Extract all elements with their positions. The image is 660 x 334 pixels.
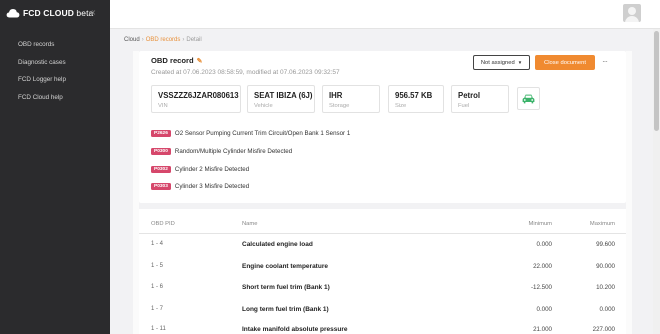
row-name: Engine coolant temperature [242, 263, 328, 270]
breadcrumb: Cloud › OBD records › Detail [124, 37, 202, 43]
more-options-icon[interactable]: ··· [602, 57, 608, 66]
top-bar [110, 0, 660, 29]
dtc-description: O2 Sensor Pumping Current Trim Circuit/O… [174, 130, 351, 137]
dtc-description: Random/Multiple Cylinder Misfire Detecte… [174, 148, 293, 155]
dtc-description: Cylinder 3 Misfire Detected [174, 183, 250, 190]
breadcrumb-obd-records[interactable]: OBD records [146, 37, 181, 43]
vehicle-label: Vehicle [254, 103, 273, 109]
table-divider [139, 233, 626, 234]
breadcrumb-separator: › [182, 37, 185, 43]
assign-dropdown[interactable]: Not assigned ▼ [473, 55, 530, 70]
row-name: Short term fuel trim (Bank 1) [242, 284, 330, 291]
info-size: 956.57 KB Size [388, 85, 444, 113]
brand-logo[interactable]: FCD CLOUD beta [6, 8, 93, 18]
breadcrumb-cloud[interactable]: Cloud [124, 37, 140, 43]
info-fuel: Petrol Fuel [451, 85, 509, 113]
dtc-description: Cylinder 2 Misfire Detected [174, 166, 250, 173]
car-icon [522, 94, 535, 103]
info-storage: IHR Storage [322, 85, 380, 113]
row-pid: 1 - 4 [151, 241, 164, 247]
row-minimum: -12.500 [531, 284, 552, 291]
column-header-minimum[interactable]: Minimum [528, 221, 552, 227]
info-vin: VSSZZZ6JZAR080613 VIN [151, 85, 241, 113]
caret-down-icon: ▼ [517, 60, 523, 65]
row-name: Calculated engine load [242, 241, 313, 248]
dtc-code-badge: P2626 [151, 130, 171, 137]
row-pid: 1 - 6 [151, 284, 164, 290]
row-minimum: 0.000 [536, 306, 552, 313]
dtc-code-badge: P0300 [151, 148, 171, 155]
storage-value: IHR [329, 91, 343, 100]
record-meta: Created at 07.06.2023 08:58:59, modified… [151, 69, 340, 76]
row-pid: 1 - 5 [151, 263, 164, 269]
info-vehicle: SEAT IBIZA (6J) Vehicle [247, 85, 315, 113]
column-header-maximum[interactable]: Maximum [590, 221, 615, 227]
user-avatar[interactable] [623, 4, 641, 22]
row-pid: 1 - 11 [151, 326, 166, 332]
dtc-code-badge: P0303 [151, 183, 171, 190]
row-maximum: 0.000 [599, 306, 615, 313]
sidebar-item-diagnostic-cases[interactable]: Diagnostic cases [0, 54, 110, 72]
dtc-item[interactable]: P0303 Cylinder 3 Misfire Detected [151, 183, 249, 190]
row-maximum: 227.000 [592, 326, 615, 333]
collapse-sidebar-icon[interactable]: « [90, 7, 96, 18]
brand-name: FCD CLOUD [23, 8, 74, 18]
fuel-value: Petrol [458, 91, 481, 100]
edit-icon[interactable]: ✎ [197, 57, 203, 65]
assign-label: Not assigned [480, 59, 515, 66]
scrollbar-thumb[interactable] [654, 31, 659, 131]
breadcrumb-detail: Detail [186, 37, 202, 43]
breadcrumb-separator: › [141, 37, 144, 43]
dtc-item[interactable]: P0302 Cylinder 2 Misfire Detected [151, 166, 249, 173]
row-minimum: 21.000 [533, 326, 552, 333]
fuel-label: Fuel [458, 103, 470, 109]
sidebar-item-obd-records[interactable]: OBD records [0, 36, 110, 54]
row-name: Intake manifold absolute pressure [242, 326, 348, 333]
record-title: OBD record [151, 56, 194, 65]
row-maximum: 10.200 [596, 284, 615, 291]
cloud-icon [6, 8, 20, 18]
vin-label: VIN [158, 103, 168, 109]
column-header-name[interactable]: Name [242, 221, 257, 227]
vin-value: VSSZZZ6JZAR080613 [158, 91, 239, 100]
row-pid: 1 - 7 [151, 306, 164, 312]
page-title: OBD record ✎ [151, 56, 203, 65]
row-name: Long term fuel trim (Bank 1) [242, 306, 329, 313]
column-header-pid[interactable]: OBD PID [151, 221, 175, 227]
close-document-button[interactable]: Close document [535, 55, 595, 70]
row-maximum: 90.000 [596, 263, 615, 270]
vehicle-status-box [517, 87, 540, 110]
storage-label: Storage [329, 103, 350, 109]
dtc-item[interactable]: P0300 Random/Multiple Cylinder Misfire D… [151, 148, 292, 155]
row-minimum: 0.000 [536, 241, 552, 248]
page-scrollbar[interactable] [653, 29, 660, 334]
sidebar-item-fcd-cloud-help[interactable]: FCD Cloud help [0, 89, 110, 107]
sidebar-nav: OBD records Diagnostic cases FCD Logger … [0, 36, 110, 106]
pid-table-card [139, 209, 626, 334]
row-minimum: 22.000 [533, 263, 552, 270]
dtc-item[interactable]: P2626 O2 Sensor Pumping Current Trim Cir… [151, 130, 350, 137]
dtc-code-badge: P0302 [151, 166, 171, 173]
size-value: 956.57 KB [395, 91, 433, 100]
vehicle-value: SEAT IBIZA (6J) [254, 91, 313, 100]
sidebar-item-fcd-logger-help[interactable]: FCD Logger help [0, 71, 110, 89]
row-maximum: 99.600 [596, 241, 615, 248]
size-label: Size [395, 103, 407, 109]
sidebar: FCD CLOUD beta « OBD records Diagnostic … [0, 0, 110, 334]
